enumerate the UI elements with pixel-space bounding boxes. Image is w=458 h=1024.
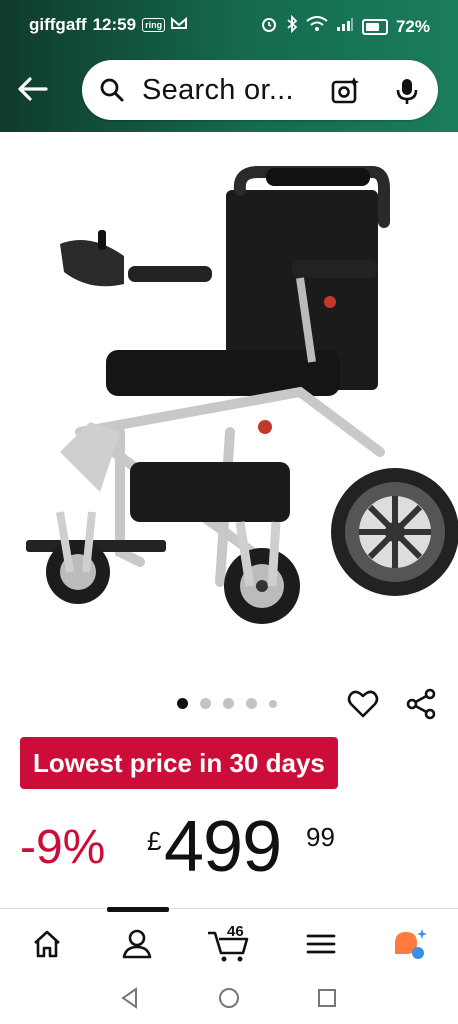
- carrier-label: giffgaff: [29, 15, 87, 34]
- mail-notification-icon: [171, 15, 188, 35]
- product-image[interactable]: [0, 132, 458, 692]
- camera-lens-icon[interactable]: [330, 76, 360, 106]
- carousel-dot[interactable]: [269, 699, 277, 708]
- heart-icon[interactable]: [347, 688, 379, 720]
- home-icon[interactable]: [30, 927, 64, 961]
- menu-icon[interactable]: [304, 927, 338, 961]
- clock: 12:59: [92, 15, 137, 34]
- bottom-nav: 46: [0, 908, 458, 973]
- share-icon[interactable]: [405, 688, 437, 720]
- system-nav-bar: [0, 972, 458, 1024]
- active-tab-indicator: [107, 907, 169, 912]
- top-header: giffgaff 12:59 ring 72% Search or...: [0, 0, 458, 132]
- cart-icon[interactable]: 46: [207, 923, 251, 962]
- carousel-dot[interactable]: [223, 698, 234, 709]
- microphone-icon[interactable]: [394, 77, 420, 105]
- price-whole: 499: [164, 807, 282, 887]
- cart-count: 46: [227, 923, 244, 940]
- search-icon: [99, 77, 125, 103]
- system-home-icon[interactable]: [217, 986, 241, 1010]
- carousel-dot[interactable]: [246, 698, 257, 709]
- price-currency: £: [147, 826, 162, 856]
- carousel-dots[interactable]: [177, 698, 277, 709]
- deal-badge: Lowest price in 30 days: [20, 737, 338, 789]
- carousel-dot[interactable]: [200, 698, 211, 709]
- account-icon[interactable]: [120, 927, 154, 961]
- alarm-icon: [260, 15, 278, 38]
- ai-assistant-icon[interactable]: [392, 927, 427, 961]
- price-row: -9% £ 499 99: [20, 806, 440, 887]
- battery-icon: [361, 18, 388, 35]
- battery-percent: 72%: [395, 16, 430, 36]
- search-input[interactable]: Search or...: [142, 74, 294, 107]
- back-arrow-icon[interactable]: [16, 72, 50, 106]
- price-fraction: 99: [306, 822, 335, 852]
- bluetooth-icon: [286, 14, 298, 38]
- wifi-icon: [306, 16, 328, 37]
- carousel-dot[interactable]: [177, 698, 188, 709]
- ring-notification-icon: ring: [142, 18, 166, 32]
- signal-icon: [336, 16, 354, 37]
- system-back-icon[interactable]: [118, 986, 142, 1010]
- search-bar[interactable]: Search or...: [82, 60, 438, 120]
- discount-percent: -9%: [20, 821, 106, 874]
- system-recents-icon[interactable]: [315, 986, 339, 1010]
- status-bar: giffgaff 12:59 ring 72%: [0, 0, 458, 52]
